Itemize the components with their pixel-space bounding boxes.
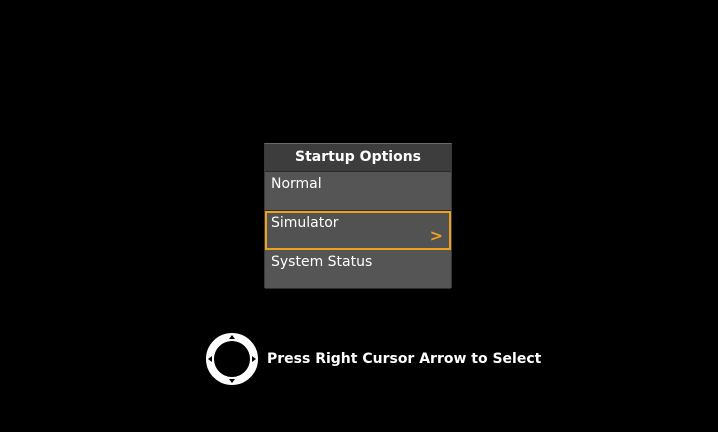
startup-options-menu: Startup Options Normal Simulator > Syste… bbox=[264, 143, 452, 289]
menu-item-label: Simulator bbox=[271, 215, 339, 231]
menu-title: Startup Options bbox=[265, 144, 451, 172]
dpad-cursor-icon bbox=[206, 333, 258, 385]
menu-item-normal[interactable]: Normal bbox=[265, 172, 451, 211]
menu-item-label: Normal bbox=[271, 176, 322, 192]
hint-text: Press Right Cursor Arrow to Select bbox=[267, 351, 542, 367]
chevron-right-icon: > bbox=[429, 226, 443, 245]
menu-item-simulator[interactable]: Simulator > bbox=[265, 211, 451, 250]
menu-item-system-status[interactable]: System Status bbox=[265, 250, 451, 289]
selection-hint: Press Right Cursor Arrow to Select bbox=[206, 332, 541, 386]
menu-item-label: System Status bbox=[271, 254, 373, 270]
startup-screen: Startup Options Normal Simulator > Syste… bbox=[0, 0, 718, 432]
